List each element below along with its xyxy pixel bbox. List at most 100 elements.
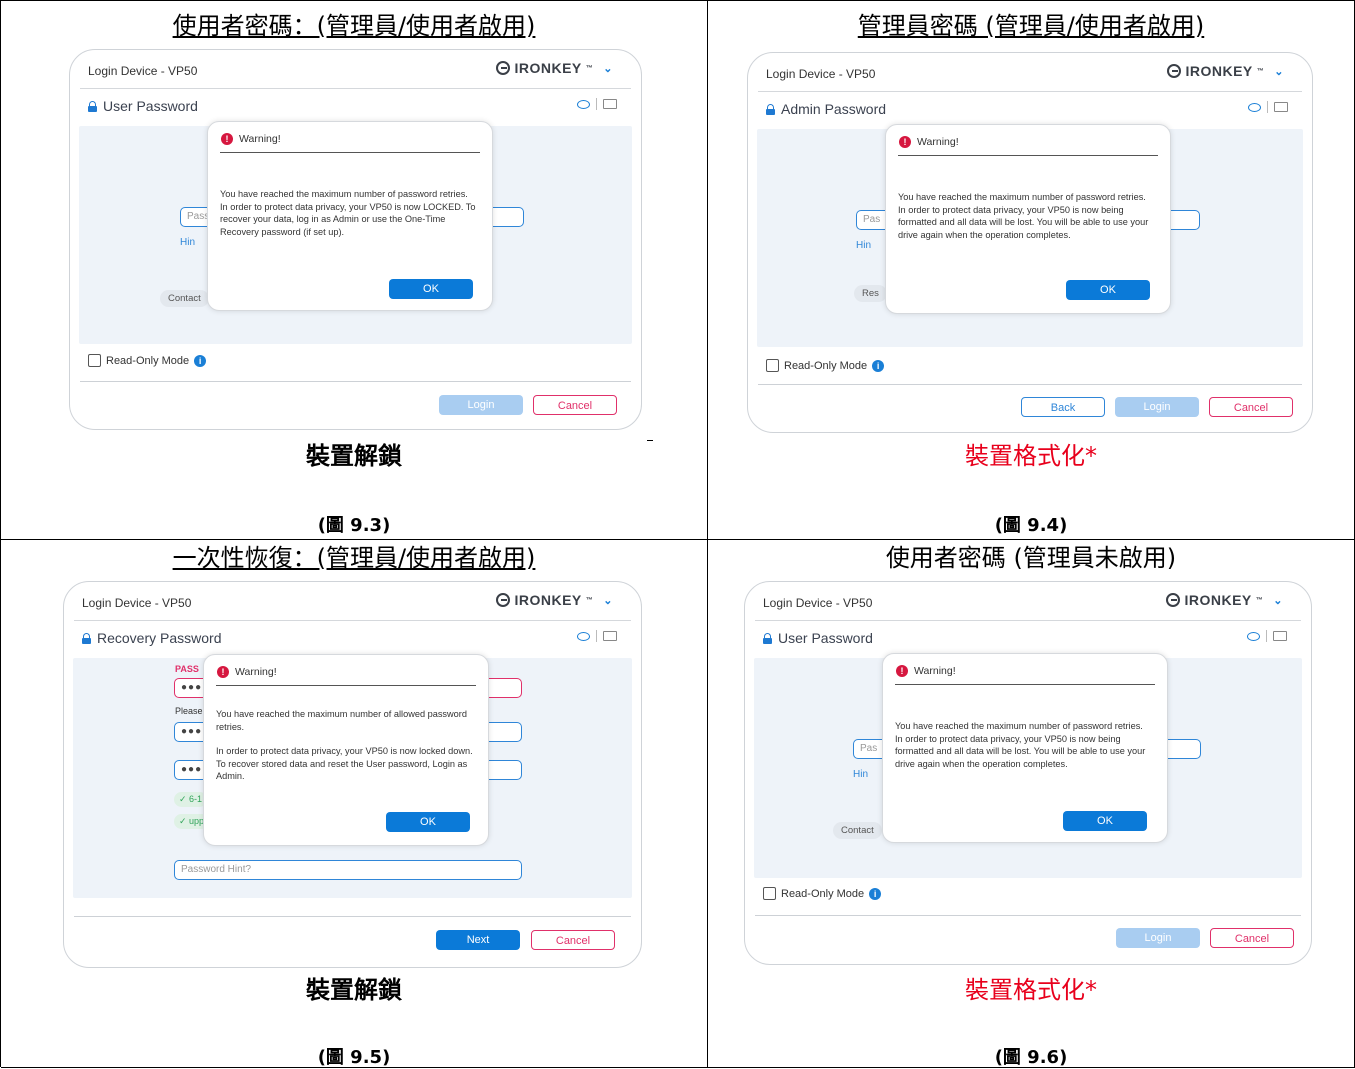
info-icon[interactable]: i [872, 359, 885, 372]
keyboard-icon[interactable] [1274, 102, 1288, 112]
read-only-checkbox[interactable] [763, 887, 776, 900]
chevron-down-icon[interactable]: ⌄ [603, 594, 613, 607]
lock-icon [82, 632, 91, 644]
login-button[interactable]: Login [1116, 928, 1200, 948]
brand-logo[interactable]: IRONKEY ™ ⌄ [1166, 592, 1283, 608]
warning-dialog: ! Warning! You have reached the maximum n… [885, 124, 1171, 314]
dialog-message-2: In order to protect data privacy, your V… [216, 746, 473, 781]
status-text: 裝置格式化* [965, 442, 1097, 470]
status-text: 裝置解鎖 [306, 976, 402, 1004]
back-button[interactable]: Back [1021, 397, 1105, 417]
warning-dialog: ! Warning! You have reached the maximum n… [203, 654, 489, 846]
brand-logo[interactable]: IRONKEY ™ ⌄ [496, 60, 613, 76]
toolbar [577, 98, 617, 110]
dialog-title: ! Warning! [221, 133, 281, 145]
brand-logo[interactable]: IRONKEY ™ ⌄ [496, 592, 613, 608]
window-title: Login Device - VP50 [763, 596, 873, 610]
app-window: Login Device - VP50 IRONKEY ™ ⌄ User Passw… [69, 49, 642, 430]
hide-password-icon[interactable] [1248, 102, 1261, 112]
lock-icon [766, 103, 775, 115]
warning-icon: ! [217, 666, 229, 678]
section-title: Recovery Password [82, 630, 222, 646]
cancel-button[interactable]: Cancel [531, 930, 615, 950]
section-title: Admin Password [766, 101, 886, 117]
figure-label: (圖 9.4) [994, 515, 1068, 536]
status-text: 裝置格式化* [965, 976, 1097, 1004]
dialog-message: You have reached the maximum number of p… [898, 192, 1149, 240]
info-icon[interactable]: i [869, 887, 882, 900]
info-icon[interactable]: i [194, 354, 207, 367]
dialog-message: You have reached the maximum number of p… [220, 189, 476, 237]
toolbar [577, 630, 617, 642]
cancel-button[interactable]: Cancel [1210, 928, 1294, 948]
chevron-down-icon[interactable]: ⌄ [1274, 65, 1284, 78]
ok-button[interactable]: OK [389, 279, 473, 299]
hide-password-icon[interactable] [1247, 631, 1260, 641]
cell-fig-9-6: 使用者密碼 (管理員未啟用) Login Device - VP50 IRONK… [708, 540, 1355, 1068]
figure-table: 使用者密碼：(管理員/使用者啟用) Login Device - VP50 IR… [0, 0, 1355, 1068]
ironkey-logo-icon [496, 61, 511, 75]
figure-label: (圖 9.6) [994, 1047, 1068, 1068]
ok-button[interactable]: OK [386, 812, 470, 832]
window-title: Login Device - VP50 [766, 67, 876, 81]
app-window: Login Device - VP50 IRONKEY ™ ⌄ Admin Pass… [747, 52, 1313, 433]
dialog-message-1: You have reached the maximum number of a… [216, 709, 467, 732]
read-only-checkbox[interactable] [88, 354, 101, 367]
keyboard-icon[interactable] [1273, 631, 1287, 641]
window-title: Login Device - VP50 [88, 64, 198, 78]
hint-radio[interactable]: Hin [853, 769, 868, 780]
hint-radio[interactable]: Hin [180, 237, 195, 248]
lock-icon [88, 100, 97, 112]
contact-button[interactable]: Contact [833, 822, 882, 839]
read-only-checkbox[interactable] [766, 359, 779, 372]
keyboard-icon[interactable] [603, 99, 617, 109]
warning-dialog: ! Warning! You have reached the maximum n… [882, 653, 1168, 843]
figure-label: (圖 9.5) [317, 1047, 391, 1068]
password-label: PASS [175, 664, 199, 674]
ironkey-logo-icon [1167, 64, 1182, 78]
ironkey-logo-icon [496, 593, 511, 607]
cell-fig-9-3: 使用者密碼：(管理員/使用者啟用) Login Device - VP50 IR… [1, 1, 708, 540]
ironkey-logo-icon [1166, 593, 1181, 607]
confirm-label: Please [175, 706, 203, 716]
reset-button[interactable]: Res [854, 285, 887, 302]
chevron-down-icon[interactable]: ⌄ [1273, 594, 1283, 607]
section-title: User Password [88, 98, 198, 114]
cell-fig-9-5: 一次性恢復：(管理員/使用者啟用) Login Device - VP50 IR… [1, 540, 708, 1068]
read-only-mode[interactable]: Read-Only Mode i [763, 887, 882, 900]
heading-fig-9-4: 管理員密碼 (管理員/使用者啟用) [857, 12, 1205, 40]
brand-logo[interactable]: IRONKEY ™ ⌄ [1167, 63, 1284, 79]
toolbar [1247, 630, 1287, 642]
window-title: Login Device - VP50 [82, 596, 192, 610]
read-only-mode[interactable]: Read-Only Mode i [766, 359, 885, 372]
warning-icon: ! [899, 136, 911, 148]
cancel-button[interactable]: Cancel [533, 395, 617, 415]
keyboard-icon[interactable] [603, 631, 617, 641]
dialog-title: ! Warning! [899, 136, 959, 148]
chevron-down-icon[interactable]: ⌄ [603, 62, 613, 75]
next-button[interactable]: Next [436, 930, 520, 950]
hide-password-icon[interactable] [577, 631, 590, 641]
cell-fig-9-4: 管理員密碼 (管理員/使用者啟用) Login Device - VP50 IR… [708, 1, 1355, 540]
login-button[interactable]: Login [439, 395, 523, 415]
ok-button[interactable]: OK [1063, 811, 1147, 831]
warning-icon: ! [221, 133, 233, 145]
status-text: 裝置解鎖 [306, 442, 402, 470]
lock-icon [763, 632, 772, 644]
heading-fig-9-5: 一次性恢復：(管理員/使用者啟用) [172, 544, 536, 572]
app-window: Login Device - VP50 IRONKEY ™ ⌄ User Passw… [744, 581, 1312, 965]
ok-button[interactable]: OK [1066, 280, 1150, 300]
app-window: Login Device - VP50 IRONKEY ™ ⌄ Recovery P… [63, 581, 642, 968]
toolbar [1248, 101, 1288, 113]
warning-icon: ! [896, 665, 908, 677]
hide-password-icon[interactable] [577, 99, 590, 109]
heading-fig-9-3: 使用者密碼：(管理員/使用者啟用) [172, 12, 536, 40]
dialog-message: You have reached the maximum number of p… [895, 721, 1146, 769]
contact-button[interactable]: Contact [160, 290, 209, 307]
hint-radio[interactable]: Hin [856, 240, 871, 251]
cancel-button[interactable]: Cancel [1209, 397, 1293, 417]
read-only-mode[interactable]: Read-Only Mode i [88, 354, 207, 367]
password-hint-input[interactable]: Password Hint? [174, 860, 522, 880]
figure-label: (圖 9.3) [317, 515, 391, 536]
login-button[interactable]: Login [1115, 397, 1199, 417]
